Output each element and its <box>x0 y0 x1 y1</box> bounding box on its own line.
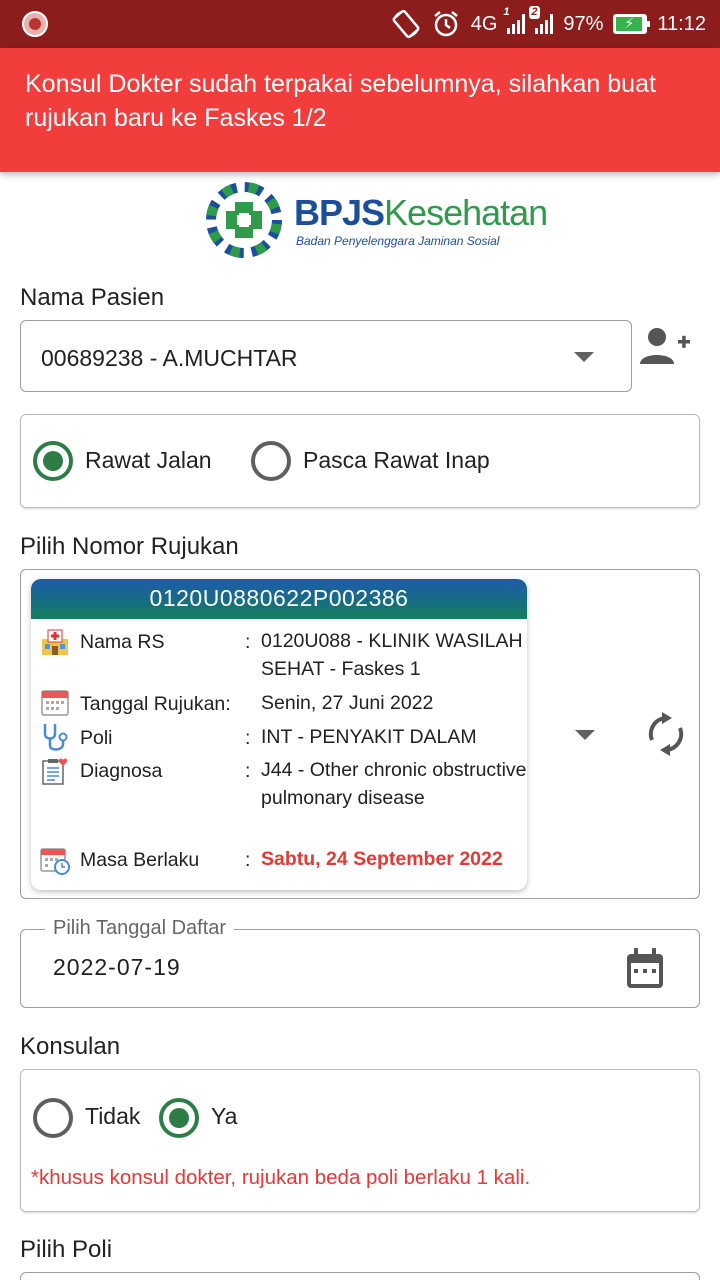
diagnosis-icon <box>42 758 68 785</box>
add-person-icon[interactable] <box>640 326 692 366</box>
pasca-rawat-inap-label[interactable]: Pasca Rawat Inap <box>303 447 490 474</box>
poli-value: INT - PENYAKIT DALAM <box>261 726 477 748</box>
tidak-label[interactable]: Tidak <box>85 1103 140 1130</box>
konsulan-label: Konsulan <box>20 1033 121 1060</box>
diagnosa-value: J44 - Other chronic obstructive pulmonar… <box>261 759 527 809</box>
radio-rawat-jalan[interactable] <box>33 441 73 481</box>
radio-tidak[interactable] <box>33 1098 73 1138</box>
patient-dropdown[interactable]: 00689238 - A.MUCHTAR <box>20 320 632 392</box>
rujukan-label: Pilih Nomor Rujukan <box>20 533 239 560</box>
patient-label: Nama Pasien <box>20 284 165 311</box>
radio-pasca-rawat-inap[interactable] <box>251 441 291 481</box>
nama-rs-key: Nama RS <box>80 631 165 653</box>
network-type: 4G <box>470 12 498 35</box>
poli-dropdown[interactable] <box>20 1272 700 1280</box>
rotate-lock-icon <box>392 9 420 39</box>
app-notification-icon <box>22 11 48 37</box>
patient-selected-value: 00689238 - A.MUCHTAR <box>41 345 298 371</box>
tanggal-daftar-legend: Pilih Tanggal Daftar <box>45 917 235 940</box>
radio-ya[interactable] <box>159 1098 199 1138</box>
colon: : <box>245 727 251 749</box>
rujukan-number: 0120U0880622P002386 <box>31 579 527 619</box>
chevron-down-icon <box>574 352 594 362</box>
signal-sim2-icon: 2 <box>529 6 554 34</box>
brand-name: BPJSKesehatan <box>294 192 548 234</box>
status-bar: 4G 1 2 97% ⚡ 11:12 <box>0 0 720 48</box>
brand-light: Kesehatan <box>384 192 548 233</box>
masa-berlaku-value: Sabtu, 24 September 2022 <box>261 848 503 870</box>
sim1-badge: 1 <box>503 6 510 18</box>
tanggal-rujukan-value: Senin, 27 Juni 2022 <box>261 692 434 714</box>
rawat-jalan-label[interactable]: Rawat Jalan <box>85 447 212 474</box>
konsulan-group: Tidak Ya *khusus konsul dokter, rujukan … <box>20 1069 700 1212</box>
brand-bold: BPJS <box>294 192 385 233</box>
rujukan-card: 0120U0880622P002386 Nama RS : 0120U088 -… <box>31 579 527 890</box>
bpjs-logo: BPJSKesehatan Badan Penyelenggara Jamina… <box>204 180 548 262</box>
hospital-icon <box>42 629 68 655</box>
colon: : <box>245 849 251 871</box>
tanggal-daftar-value[interactable]: 2022-07-19 <box>53 954 181 981</box>
diagnosa-key: Diagnosa <box>80 760 163 782</box>
colon: : <box>245 631 251 653</box>
alarm-icon <box>433 11 458 37</box>
poli-label: Pilih Poli <box>20 1236 113 1263</box>
tanggal-rujukan-key: Tanggal Rujukan: <box>80 693 231 715</box>
konsulan-note: *khusus konsul dokter, rujukan beda poli… <box>31 1166 531 1189</box>
error-toast: Konsul Dokter sudah terpakai sebelumnya,… <box>0 48 720 172</box>
clock: 11:12 <box>657 12 706 35</box>
nama-rs-value: 0120U088 - KLINIK WASILAH SEHAT - Faskes… <box>261 630 523 680</box>
brand-tagline: Badan Penyelenggara Jaminan Sosial <box>296 234 500 248</box>
refresh-icon[interactable] <box>644 712 688 756</box>
sim2-badge: 2 <box>529 6 540 19</box>
poli-key: Poli <box>80 727 113 749</box>
bpjs-emblem-icon <box>206 182 282 258</box>
tanggal-daftar-field[interactable]: Pilih Tanggal Daftar 2022-07-19 <box>20 917 700 1008</box>
masa-berlaku-key: Masa Berlaku <box>80 849 200 871</box>
calendar-clock-icon <box>40 848 70 875</box>
battery-charging-icon: ⚡ <box>613 14 651 34</box>
stethoscope-icon <box>43 724 68 751</box>
signal-sim1-icon: 1 <box>503 6 526 34</box>
battery-percent: 97% <box>563 12 604 35</box>
chevron-down-icon[interactable] <box>575 730 595 740</box>
calendar-picker-icon[interactable] <box>625 948 665 990</box>
colon: : <box>245 760 251 782</box>
care-type-group: Rawat Jalan Pasca Rawat Inap <box>20 414 700 508</box>
ya-label[interactable]: Ya <box>211 1103 237 1130</box>
calendar-icon <box>41 690 69 716</box>
rujukan-dropdown[interactable]: 0120U0880622P002386 Nama RS : 0120U088 -… <box>20 569 700 899</box>
